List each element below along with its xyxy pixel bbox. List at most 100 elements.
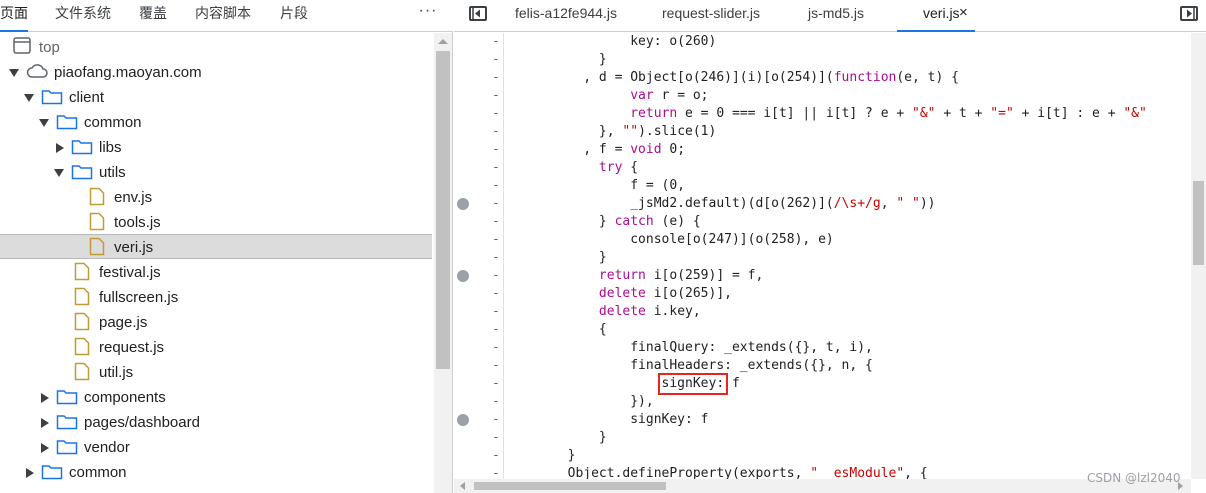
collapse-arrow-icon[interactable]	[26, 468, 34, 478]
line-number-placeholder[interactable]: -	[492, 87, 500, 105]
tree-item-tools-js[interactable]: tools.js	[0, 210, 432, 235]
line-number-placeholder[interactable]: -	[492, 357, 500, 375]
tree-item-libs[interactable]: libs	[0, 135, 432, 160]
code-line[interactable]: finalQuery: _extends({}, t, i),	[505, 339, 873, 357]
tab-felis-js[interactable]: felis-a12fe944.js	[515, 0, 617, 32]
line-number-placeholder[interactable]: -	[492, 33, 500, 51]
line-number-placeholder[interactable]: -	[492, 105, 500, 123]
code-line[interactable]: }, "").slice(1)	[505, 123, 716, 141]
tree-item-page-js[interactable]: page.js	[0, 310, 432, 335]
tab-page[interactable]: 页面	[0, 0, 28, 32]
editor-vertical-scrollbar[interactable]	[1191, 33, 1206, 479]
code-line[interactable]: return i[o(259)] = f,	[505, 267, 763, 285]
editor-horizontal-scroll-thumb[interactable]	[474, 482, 666, 490]
collapse-arrow-icon[interactable]	[56, 143, 64, 153]
tree-item-domain[interactable]: piaofang.maoyan.com	[0, 60, 432, 85]
expand-arrow-icon[interactable]	[24, 94, 34, 102]
breakpoint-marker-icon[interactable]	[457, 270, 469, 282]
code-line[interactable]: , f = void 0;	[505, 141, 685, 159]
code-line[interactable]: } catch (e) {	[505, 213, 701, 231]
toggle-debugger-button[interactable]	[1180, 6, 1198, 21]
line-number-placeholder[interactable]: -	[492, 177, 500, 195]
more-options-button[interactable]: ···	[413, 3, 443, 26]
code-line[interactable]: , d = Object[o(246)](i)[o(254)](function…	[505, 69, 959, 87]
line-number-placeholder[interactable]: -	[492, 393, 500, 411]
line-number-placeholder[interactable]: -	[492, 249, 500, 267]
tab-content-scripts[interactable]: 内容脚本	[195, 0, 251, 32]
code-line[interactable]: }	[505, 447, 576, 465]
tree-item-util-js[interactable]: util.js	[0, 360, 432, 385]
line-number-placeholder[interactable]: -	[492, 339, 500, 357]
line-number-placeholder[interactable]: -	[492, 321, 500, 339]
navigator-scroll-thumb[interactable]	[436, 51, 450, 369]
code-line[interactable]: var r = o;	[505, 87, 708, 105]
code-line[interactable]: delete i.key,	[505, 303, 701, 321]
editor-vertical-scroll-thumb[interactable]	[1193, 181, 1204, 265]
breakpoint-marker-icon[interactable]	[457, 414, 469, 426]
expand-arrow-icon[interactable]	[9, 69, 19, 77]
line-number-placeholder[interactable]: -	[492, 285, 500, 303]
line-number-placeholder[interactable]: -	[492, 267, 500, 285]
code-line[interactable]: return e = 0 === i[t] || i[t] ? e + "&" …	[505, 105, 1147, 123]
code-line[interactable]: signKey: f	[505, 411, 708, 429]
line-number-placeholder[interactable]: -	[492, 51, 500, 69]
editor-horizontal-scrollbar[interactable]	[454, 479, 1191, 493]
code-line[interactable]: delete i[o(265)],	[505, 285, 732, 303]
tree-item-common-root[interactable]: common	[0, 460, 432, 485]
tree-item-festival-js[interactable]: festival.js	[0, 260, 432, 285]
tree-item-fullscreen-js[interactable]: fullscreen.js	[0, 285, 432, 310]
code-editor[interactable]: key: o(260) } , d = Object[o(246)](i)[o(…	[505, 33, 1191, 479]
line-number-placeholder[interactable]: -	[492, 447, 500, 465]
tab-snippets[interactable]: 片段	[280, 0, 308, 32]
tree-item-common[interactable]: common	[0, 110, 432, 135]
scroll-left-arrow-icon[interactable]	[460, 482, 465, 490]
code-line[interactable]: }	[505, 51, 607, 69]
tree-item-veri-js[interactable]: veri.js	[0, 234, 432, 259]
code-line[interactable]: }	[505, 249, 607, 267]
code-line[interactable]: {	[505, 321, 607, 339]
code-line[interactable]: f = (0,	[505, 177, 685, 195]
tree-item-utils[interactable]: utils	[0, 160, 432, 185]
expand-arrow-icon[interactable]	[39, 119, 49, 127]
code-line[interactable]: try {	[505, 159, 638, 177]
tree-item-client[interactable]: client	[0, 85, 432, 110]
line-number-placeholder[interactable]: -	[492, 375, 500, 393]
line-number-placeholder[interactable]: -	[492, 159, 500, 177]
code-line[interactable]: console[o(247)](o(258), e)	[505, 231, 834, 249]
code-line[interactable]: }	[505, 429, 607, 447]
line-number-placeholder[interactable]: -	[492, 123, 500, 141]
line-number-placeholder[interactable]: -	[492, 303, 500, 321]
line-number-placeholder[interactable]: -	[492, 429, 500, 447]
scroll-up-arrow-icon[interactable]	[438, 39, 448, 44]
tree-item-vendor[interactable]: vendor	[0, 435, 432, 460]
collapse-arrow-icon[interactable]	[41, 443, 49, 453]
line-number-placeholder[interactable]: -	[492, 411, 500, 429]
breakpoint-marker-icon[interactable]	[457, 198, 469, 210]
code-line[interactable]: key: o(260)	[505, 33, 716, 51]
expand-arrow-icon[interactable]	[54, 169, 64, 177]
tab-filesystem[interactable]: 文件系统	[55, 0, 111, 32]
tree-item-request-js[interactable]: request.js	[0, 335, 432, 360]
line-number-placeholder[interactable]: -	[492, 141, 500, 159]
line-number-placeholder[interactable]: -	[492, 213, 500, 231]
collapse-arrow-icon[interactable]	[41, 418, 49, 428]
code-line[interactable]: Object.defineProperty(exports, "__esModu…	[505, 465, 928, 479]
tab-veri-js[interactable]: veri.js ×	[897, 0, 975, 32]
line-gutter[interactable]: -------------------------	[454, 33, 504, 481]
line-number-placeholder[interactable]: -	[492, 69, 500, 87]
code-line[interactable]: _jsMd2.default)(d[o(262)](/\s+/g, " "))	[505, 195, 935, 213]
tree-item-env-js[interactable]: env.js	[0, 185, 432, 210]
code-line[interactable]: }),	[505, 393, 654, 411]
close-tab-icon[interactable]: ×	[959, 0, 968, 26]
tab-overrides[interactable]: 覆盖	[139, 0, 167, 32]
tree-item-top[interactable]: top	[0, 35, 432, 60]
tab-request-slider-js[interactable]: request-slider.js	[662, 0, 760, 32]
tree-item-components[interactable]: components	[0, 385, 432, 410]
tree-item-pages-dashboard[interactable]: pages/dashboard	[0, 410, 432, 435]
collapse-arrow-icon[interactable]	[41, 393, 49, 403]
line-number-placeholder[interactable]: -	[492, 195, 500, 213]
toggle-navigator-button[interactable]	[469, 6, 487, 21]
navigator-scrollbar[interactable]	[434, 33, 452, 493]
tab-js-md5-js[interactable]: js-md5.js	[808, 0, 864, 32]
line-number-placeholder[interactable]: -	[492, 231, 500, 249]
